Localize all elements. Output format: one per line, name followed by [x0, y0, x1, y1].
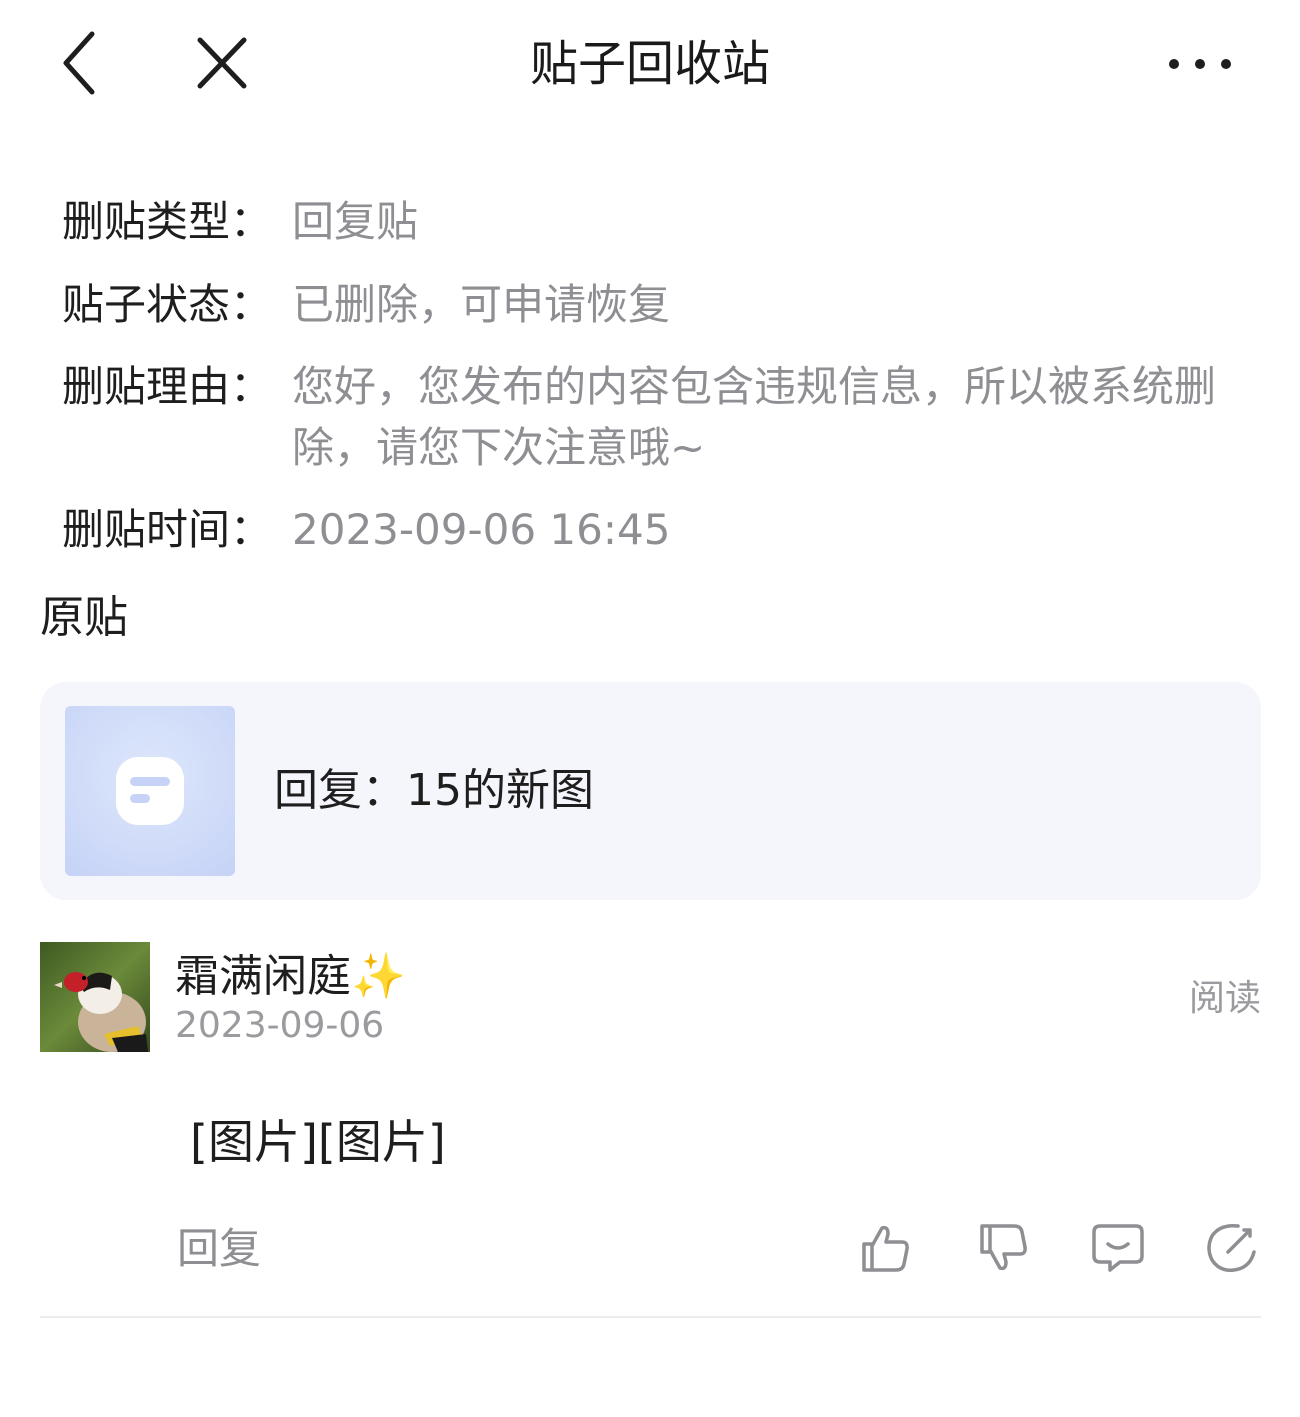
info-row-type: 删贴类型： 回复贴 [62, 195, 418, 249]
original-post-card[interactable]: 回复：15的新图 [40, 682, 1261, 900]
reply-button[interactable]: 回复 [177, 1222, 261, 1276]
post-content: [图片][图片] [190, 1115, 446, 1169]
info-row-time: 删贴时间： 2023-09-06 16:45 [62, 503, 670, 557]
avatar[interactable] [40, 942, 150, 1052]
original-post-title: 回复：15的新图 [274, 765, 594, 816]
reason-label: 删贴理由： [62, 362, 273, 411]
share-icon[interactable] [1204, 1220, 1260, 1276]
more-dots-icon[interactable] [1160, 44, 1240, 84]
page-title: 贴子回收站 [529, 36, 770, 92]
author-name[interactable]: 霜满闲庭✨ [175, 950, 406, 1004]
divider [40, 1316, 1261, 1318]
thumbs-up-icon[interactable] [858, 1220, 914, 1276]
info-row-reason: 删贴理由： 您好，您发布的内容包含违规信息，所以被系统删除，请您下次注意哦~ [62, 360, 1242, 478]
original-post-heading: 原贴 [40, 592, 128, 643]
type-value: 回复贴 [292, 197, 419, 246]
read-button[interactable]: 阅读 [1189, 978, 1261, 1020]
time-value: 2023-09-06 16:45 [292, 505, 671, 554]
status-value: 已删除，可申请恢复 [292, 280, 671, 329]
info-row-status: 贴子状态： 已删除，可申请恢复 [62, 278, 670, 332]
thumbs-down-icon[interactable] [976, 1220, 1032, 1276]
comment-icon[interactable] [1090, 1220, 1146, 1276]
reason-value: 您好，您发布的内容包含违规信息，所以被系统删除，请您下次注意哦~ [292, 362, 1217, 472]
app-logo-icon [116, 757, 184, 825]
top-bar: 贴子回收站 [0, 0, 1300, 130]
post-thumbnail [65, 706, 235, 876]
post-date: 2023-09-06 [175, 1005, 385, 1046]
status-label: 贴子状态： [62, 280, 273, 329]
time-label: 删贴时间： [62, 505, 273, 554]
type-label: 删贴类型： [62, 197, 273, 246]
